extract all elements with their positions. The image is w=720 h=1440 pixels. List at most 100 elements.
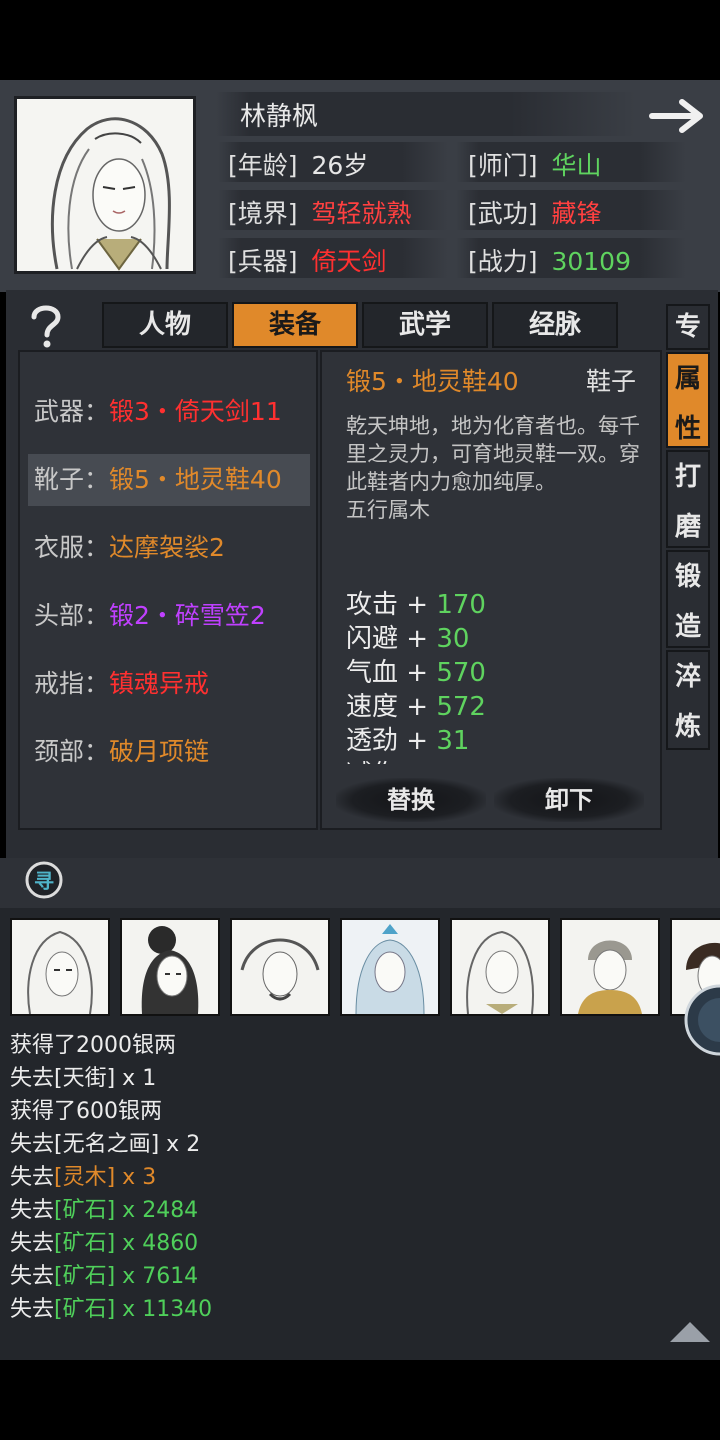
stat-name: 气血 xyxy=(346,658,399,688)
next-character-arrow-icon[interactable] xyxy=(646,92,710,140)
side-tab-temper[interactable]: 淬炼 xyxy=(666,650,710,750)
log-text: 失去 xyxy=(10,1264,55,1289)
item-description-block: 乾天坤地，地为化育者也。每千里之灵力，可育地灵鞋一双。穿此鞋者内力愈加纯厚。 五… xyxy=(346,412,646,524)
companion-portrait[interactable] xyxy=(560,918,660,1016)
log-line: 失去[矿石] x 11340 xyxy=(10,1294,212,1326)
item-type: 鞋子 xyxy=(586,367,637,396)
item-stats: 攻击 + 170 闪避 + 30 气血 + 570 速度 + 572 透劲 + … xyxy=(346,588,646,764)
stat-row: 气血 + 570 xyxy=(346,656,646,690)
companion-portrait[interactable] xyxy=(120,918,220,1016)
slot-label: 头部： xyxy=(34,601,110,630)
log-count: x 3 xyxy=(115,1165,157,1190)
slot-weapon[interactable]: 武器：锻3・倚天剑11 xyxy=(28,386,310,438)
item-description: 乾天坤地，地为化育者也。每千里之灵力，可育地灵鞋一双。穿此鞋者内力愈加纯厚。 xyxy=(346,414,640,494)
stat-value: 44 xyxy=(436,760,469,764)
stat-value: 170 xyxy=(436,590,486,620)
slot-neck[interactable]: 颈部：破月项链 xyxy=(28,726,310,778)
replace-button[interactable]: 替换 xyxy=(336,778,486,822)
stat-name: 减伤 xyxy=(346,760,398,764)
stat-row: 透劲 + 31 xyxy=(346,724,646,758)
tab-character[interactable]: 人物 xyxy=(102,302,228,348)
attr-value: 30109 xyxy=(551,247,631,276)
log-line: 获得了600银两 xyxy=(10,1096,162,1128)
companion-portrait[interactable] xyxy=(450,918,550,1016)
log-text: 失去 xyxy=(10,1198,55,1223)
tab-meridians[interactable]: 经脉 xyxy=(492,302,618,348)
slot-label: 靴子： xyxy=(34,465,110,494)
unequip-button[interactable]: 卸下 xyxy=(494,778,644,822)
side-tab-char: 打 xyxy=(674,462,701,492)
slot-label: 戒指： xyxy=(34,669,110,698)
slot-value: 锻3・倚天剑11 xyxy=(109,397,282,426)
log-count: x 11340 xyxy=(115,1297,213,1322)
tab-martial-arts[interactable]: 武学 xyxy=(362,302,488,348)
log-count: x 1 xyxy=(115,1066,157,1091)
slot-clothes[interactable]: 衣服：达摩袈裟2 xyxy=(28,522,310,574)
attr-label: [武功] xyxy=(468,199,538,228)
log-text: 失去 xyxy=(10,1066,55,1091)
character-portrait[interactable] xyxy=(14,96,196,274)
attr-weapon: [兵器] 倚天剑 xyxy=(228,242,386,278)
floating-menu-orb-icon[interactable] xyxy=(684,984,720,1056)
attr-label: [年龄] xyxy=(228,151,298,180)
help-icon[interactable] xyxy=(26,303,66,349)
companion-portrait[interactable] xyxy=(340,918,440,1016)
slot-label: 颈部： xyxy=(34,737,110,766)
chat-search-icon[interactable]: 寻 xyxy=(24,860,64,900)
log-text: 失去 xyxy=(10,1231,55,1256)
side-tab-forge[interactable]: 锻造 xyxy=(666,550,710,648)
attr-sect: [师门] 华山 xyxy=(468,146,601,182)
attr-value: 华山 xyxy=(551,151,602,180)
slot-head[interactable]: 头部：锻2・碎雪笠2 xyxy=(28,590,310,642)
side-tab-polish[interactable]: 打磨 xyxy=(666,450,710,548)
stat-plus: + xyxy=(406,590,429,620)
scroll-up-arrow-icon[interactable] xyxy=(668,1318,712,1344)
attr-label: [师门] xyxy=(468,151,538,180)
stat-name: 攻击 xyxy=(346,590,399,620)
side-tab-char: 造 xyxy=(674,612,701,642)
side-tab-attributes[interactable]: 属性 xyxy=(666,352,710,448)
log-line: 获得了2000银两 xyxy=(10,1030,176,1062)
tab-equipment[interactable]: 装备 xyxy=(232,302,358,348)
log-line: 失去[矿石] x 4860 xyxy=(10,1228,198,1260)
stat-plus: + xyxy=(406,624,429,654)
log-item: [矿石] xyxy=(54,1297,116,1322)
companion-portrait[interactable] xyxy=(230,918,330,1016)
attr-value: 藏锋 xyxy=(551,199,602,228)
log-count: x 4860 xyxy=(115,1231,199,1256)
stat-name: 闪避 xyxy=(346,624,399,654)
attr-value: 倚天剑 xyxy=(311,247,387,276)
log-item: [矿石] xyxy=(54,1264,116,1289)
companion-portrait-row xyxy=(8,918,720,1022)
attr-martial: [武功] 藏锋 xyxy=(468,194,601,230)
attr-power: [战力] 30109 xyxy=(468,242,631,278)
log-item: [矿石] xyxy=(54,1198,116,1223)
log-text: 获得了600银两 xyxy=(10,1099,162,1124)
log-line: 失去[灵木] x 3 xyxy=(10,1162,156,1194)
stat-plus: + xyxy=(406,658,429,688)
item-name: 锻5・地灵鞋40 xyxy=(346,367,519,396)
side-tab-char: 专 xyxy=(674,312,701,342)
stat-value: 572 xyxy=(436,692,486,722)
stat-name: 速度 xyxy=(346,692,399,722)
slot-value: 达摩袈裟2 xyxy=(109,533,225,562)
chat-strip xyxy=(0,858,720,908)
side-tab-char: 性 xyxy=(674,414,701,444)
slot-ring[interactable]: 戒指：镇魂异戒 xyxy=(28,658,310,710)
attr-value: 驾轻就熟 xyxy=(311,199,412,228)
slot-boots[interactable]: 靴子：锻5・地灵鞋40 xyxy=(28,454,310,506)
stat-value: 570 xyxy=(436,658,486,688)
item-element: 五行属木 xyxy=(346,498,430,522)
stat-value: 30 xyxy=(436,624,470,654)
stat-plus: + xyxy=(406,692,429,722)
portrait-drawing xyxy=(17,99,193,271)
companion-portrait[interactable] xyxy=(10,918,110,1016)
slot-value: 锻2・碎雪笠2 xyxy=(109,601,266,630)
character-name: 林静枫 xyxy=(240,102,319,132)
slot-label: 武器： xyxy=(34,397,110,426)
side-tab-special[interactable]: 专 xyxy=(666,304,710,350)
log-item: [灵木] xyxy=(54,1165,116,1190)
log-text: 失去 xyxy=(10,1165,55,1190)
attr-realm: [境界] 驾轻就熟 xyxy=(228,194,411,230)
stat-row: 闪避 + 30 xyxy=(346,622,646,656)
